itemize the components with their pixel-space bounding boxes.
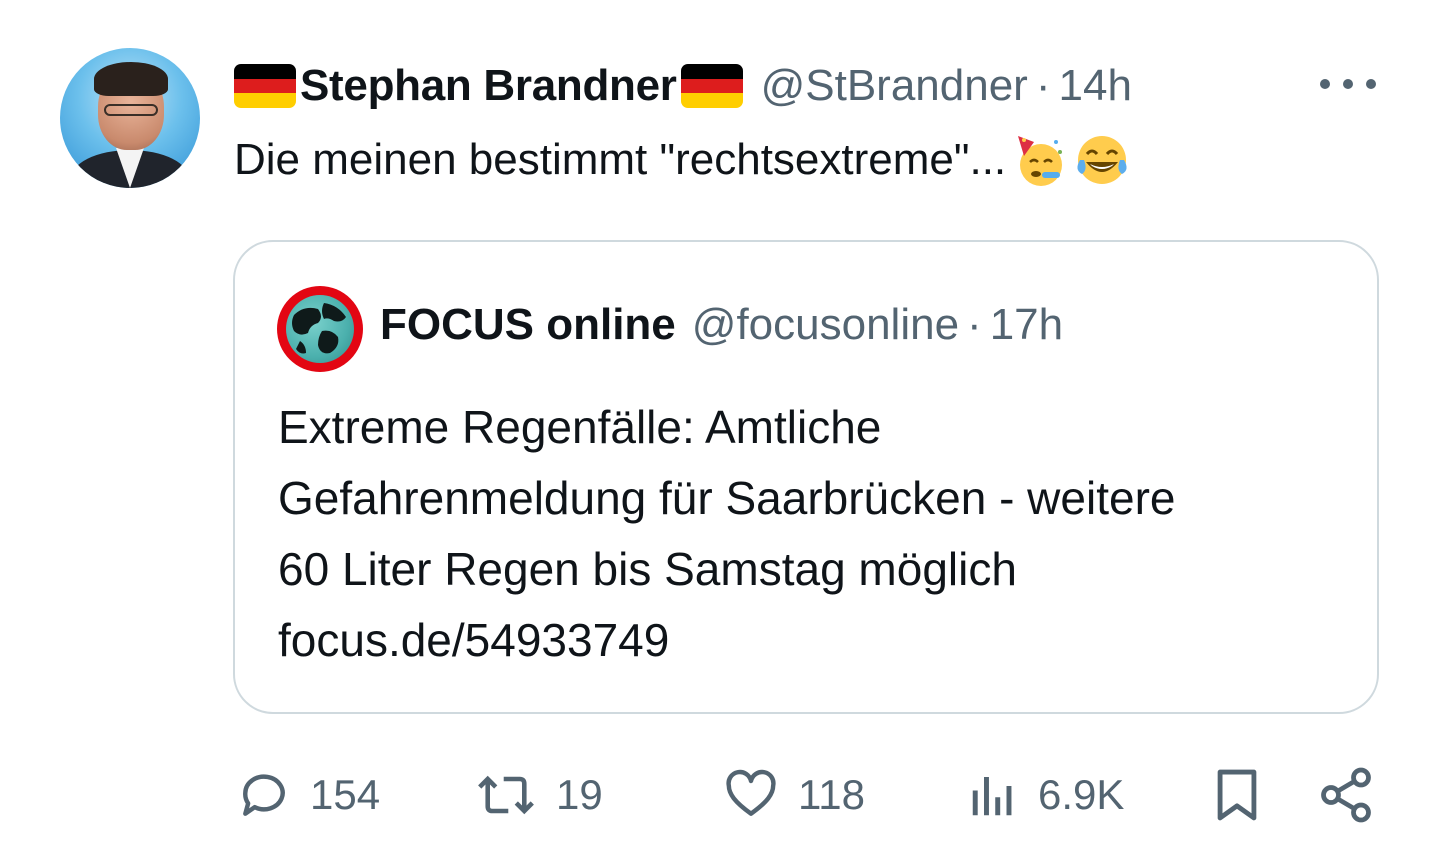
tears-of-joy-icon	[1077, 136, 1127, 184]
reply-count: 154	[310, 771, 381, 818]
more-options-icon[interactable]	[1320, 72, 1376, 96]
quoted-line: Extreme Regenfälle: Amtliche	[278, 401, 882, 453]
tweet-header: Stephan Brandner @StBrandner · 14h	[234, 56, 1132, 116]
partying-face-icon	[1018, 136, 1063, 186]
share-icon	[1321, 767, 1371, 823]
quoted-header: FOCUS online @focusonline · 17h	[380, 300, 1063, 350]
quoted-line: 60 Liter Regen bis Samstag möglich	[278, 543, 1017, 595]
quoted-author-name[interactable]: FOCUS online	[380, 300, 676, 350]
author-handle[interactable]: @StBrandner	[761, 61, 1028, 111]
author-avatar[interactable]	[60, 48, 200, 188]
tweet-text: Die meinen bestimmt "rechtsextreme"...	[234, 132, 1130, 188]
repost-button[interactable]: 19	[474, 760, 603, 830]
views-button[interactable]: 6.9K	[966, 760, 1124, 830]
separator-dot: ·	[967, 300, 982, 349]
separator-dot: ·	[1035, 61, 1051, 110]
tweet-time[interactable]: 14h	[1059, 61, 1132, 111]
repost-icon	[478, 775, 534, 815]
heart-icon	[726, 769, 776, 816]
action-bar: 154 19 118 6.9K	[0, 760, 1440, 830]
german-flag-icon	[234, 64, 296, 108]
quoted-text: Extreme Regenfälle: Amtliche Gefahrenmel…	[278, 392, 1358, 676]
quoted-time[interactable]: 17h	[990, 300, 1063, 350]
bookmark-button[interactable]	[1208, 760, 1266, 830]
repost-count: 19	[556, 771, 603, 818]
avatar-hair	[94, 62, 168, 96]
bookmark-icon	[1217, 769, 1257, 821]
german-flag-icon	[680, 64, 743, 108]
quoted-tweet-card[interactable]: FOCUS online @focusonline · 17h Extreme …	[233, 240, 1379, 714]
view-count: 6.9K	[1038, 771, 1125, 818]
share-button[interactable]	[1316, 760, 1376, 830]
quoted-author-handle[interactable]: @focusonline	[692, 300, 959, 350]
like-count: 118	[798, 771, 865, 818]
analytics-icon	[972, 777, 1012, 816]
focus-logo-icon[interactable]	[277, 286, 363, 372]
quoted-link[interactable]: focus.de/54933749	[278, 605, 1358, 676]
tweet-text-content: Die meinen bestimmt "rechtsextreme"...	[234, 135, 1007, 184]
avatar-glasses	[104, 104, 158, 116]
quoted-line: Gefahrenmeldung für Saarbrücken - weiter…	[278, 472, 1176, 524]
like-button[interactable]: 118	[722, 760, 865, 830]
reply-icon	[243, 774, 285, 816]
author-name[interactable]: Stephan Brandner	[300, 61, 677, 111]
reply-button[interactable]: 154	[236, 760, 380, 830]
globe-icon	[286, 295, 354, 363]
